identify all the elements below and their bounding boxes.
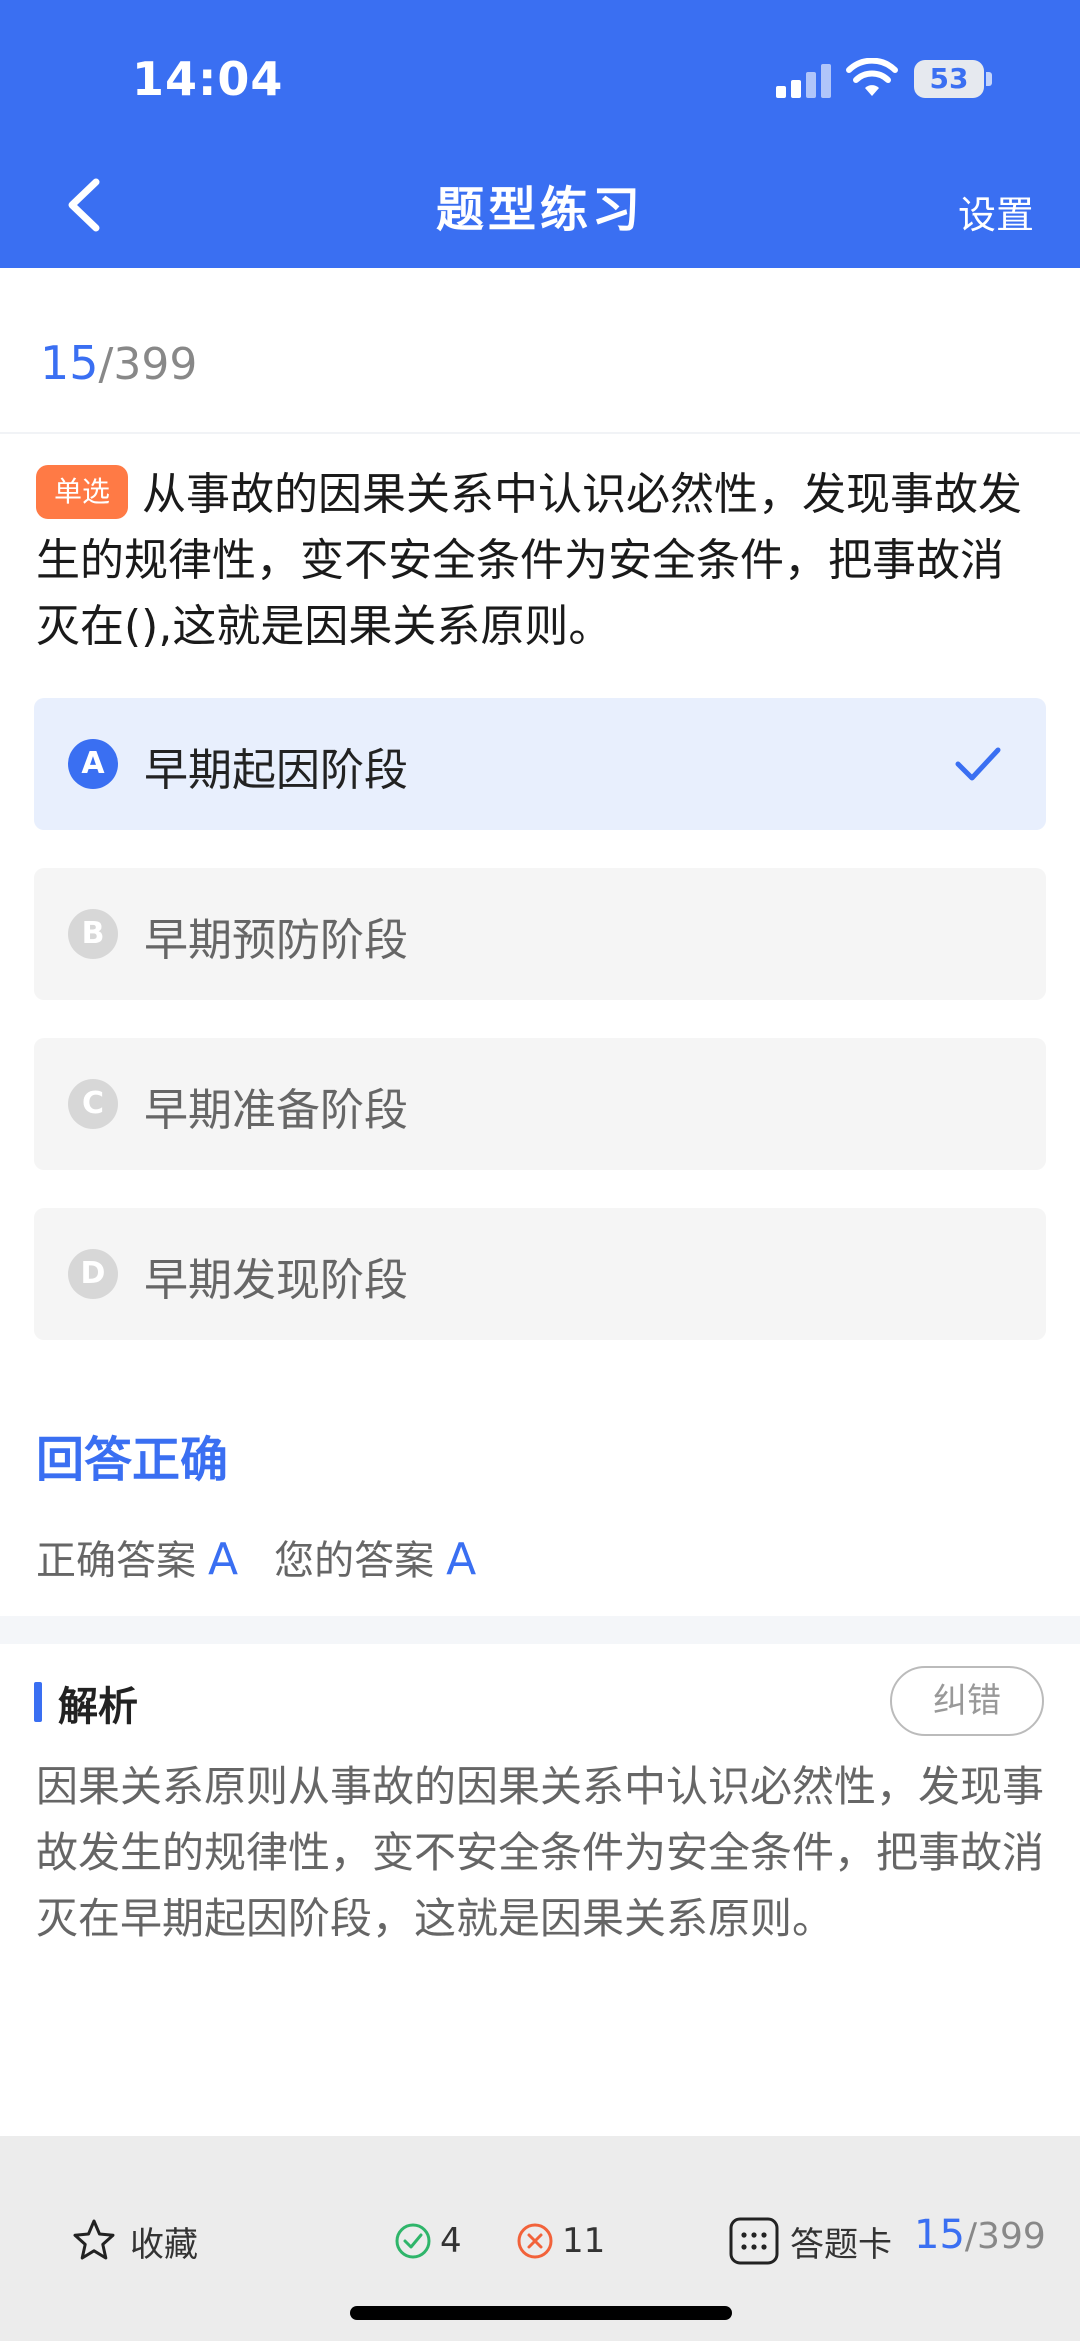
wifi-icon [846, 58, 898, 96]
option-text-b: 早期预防阶段 [144, 915, 408, 966]
option-text-a: 早期起因阶段 [144, 745, 408, 796]
bottom-progress-total: /399 [964, 2216, 1046, 2257]
page-title: 题型练习 [435, 182, 644, 238]
your-answer-label: 您的答案 [274, 1538, 435, 1584]
correct-count: 4 [394, 2216, 462, 2266]
option-c[interactable]: C 早期准备阶段 [34, 1038, 1046, 1170]
option-b[interactable]: B 早期预防阶段 [34, 868, 1046, 1000]
signal-icon [776, 64, 832, 98]
star-icon [73, 2219, 115, 2260]
correct-answer-value: A [208, 1534, 239, 1585]
answer-card-label: 答题卡 [790, 2224, 892, 2265]
option-d[interactable]: D 早期发现阶段 [34, 1208, 1046, 1340]
option-letter-c: C [68, 1079, 118, 1129]
progress-current: 15 [40, 336, 99, 390]
question-text-block: 单选 从事故的因果关系中认识必然性，发现事故发生的规律性，变不安全条件为安全条件，… [36, 462, 1046, 660]
answer-summary: 正确答案 A 您的答案 A [36, 1528, 512, 1586]
option-letter-b: B [68, 909, 118, 959]
your-answer-value: A [446, 1534, 477, 1585]
result-title: 回答正确 [36, 1432, 229, 1488]
question-text: 从事故的因果关系中认识必然性，发现事故发生的规律性，变不安全条件为安全条件，把事… [36, 469, 1023, 652]
wrong-count: 11 [516, 2216, 605, 2266]
settings-button[interactable]: 设置 [958, 184, 1034, 239]
option-letter-d: D [68, 1249, 118, 1299]
check-circle-icon [395, 2223, 431, 2259]
x-circle-icon [517, 2223, 553, 2259]
status-time: 14:04 [132, 52, 284, 106]
option-a[interactable]: A 早期起因阶段 [34, 698, 1046, 830]
question-progress: 15/399 [40, 336, 197, 390]
battery-tip [986, 72, 992, 86]
bottom-progress: 15/399 [914, 2212, 1046, 2258]
report-error-button[interactable]: 纠错 [890, 1666, 1044, 1736]
analysis-accent-bar [34, 1682, 42, 1722]
option-text-d: 早期发现阶段 [144, 1255, 408, 1306]
favorite-button[interactable]: 收藏 [70, 2216, 198, 2266]
option-letter-a: A [68, 739, 118, 789]
correct-answer-label: 正确答案 [36, 1538, 196, 1584]
grid-icon [729, 2217, 779, 2265]
bottom-progress-current: 15 [914, 2212, 965, 2258]
favorite-label: 收藏 [130, 2224, 198, 2265]
wrong-count-value: 11 [562, 2221, 606, 2261]
header: 14:04 53 题型练习 设置 [0, 0, 1080, 268]
battery-icon: 53 [914, 60, 984, 98]
answer-card-button[interactable]: 答题卡 [728, 2214, 892, 2268]
divider [0, 432, 1080, 434]
home-indicator[interactable] [350, 2306, 732, 2320]
option-text-c: 早期准备阶段 [144, 1085, 408, 1136]
progress-total: /399 [98, 339, 198, 390]
analysis-title: 解析 [58, 1684, 138, 1730]
correct-count-value: 4 [440, 2221, 462, 2261]
check-icon [955, 747, 1001, 781]
question-type-badge: 单选 [36, 465, 129, 519]
analysis-text: 因果关系原则从事故的因果关系中认识必然性，发现事故发生的规律性，变不安全条件为安… [36, 1762, 1045, 1943]
section-divider [0, 1616, 1080, 1644]
